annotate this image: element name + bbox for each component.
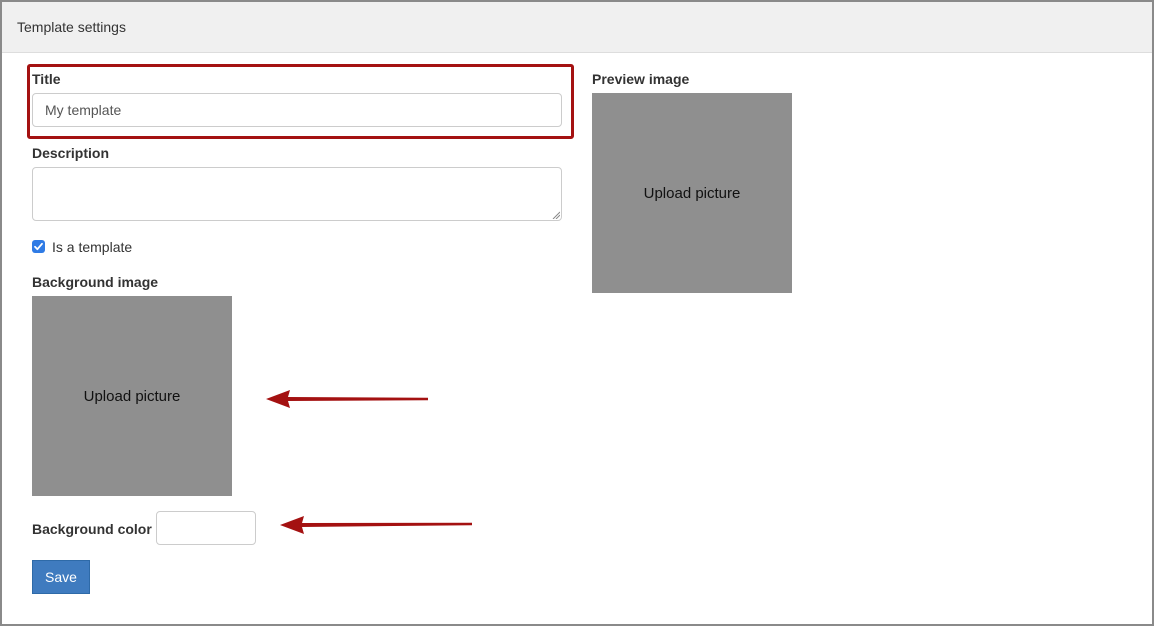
template-settings-window: ... / Create template ... Template setti… xyxy=(0,0,1154,626)
preview-image-upload[interactable]: Upload picture xyxy=(592,93,792,293)
background-color-input[interactable] xyxy=(156,511,256,545)
description-label: Description xyxy=(32,145,110,161)
background-color-label: Background color xyxy=(32,521,152,537)
red-arrow-icon xyxy=(266,390,428,408)
red-arrow-icon xyxy=(280,516,472,534)
background-image-label: Background image xyxy=(32,274,159,290)
title-input[interactable] xyxy=(32,93,562,127)
resize-grip-icon[interactable] xyxy=(552,211,560,219)
background-image-upload[interactable]: Upload picture xyxy=(32,296,232,496)
upload-picture-label: Upload picture xyxy=(643,184,741,202)
save-button[interactable]: Save xyxy=(32,560,90,594)
is-template-checkbox[interactable] xyxy=(32,240,45,253)
panel-header: Template settings xyxy=(2,2,1152,53)
check-icon xyxy=(34,242,43,251)
preview-image-label: Preview image xyxy=(592,71,690,87)
description-textarea[interactable] xyxy=(32,167,562,221)
panel-title: Template settings xyxy=(17,19,126,35)
upload-picture-label: Upload picture xyxy=(83,387,181,405)
is-template-label[interactable]: Is a template xyxy=(52,239,132,255)
